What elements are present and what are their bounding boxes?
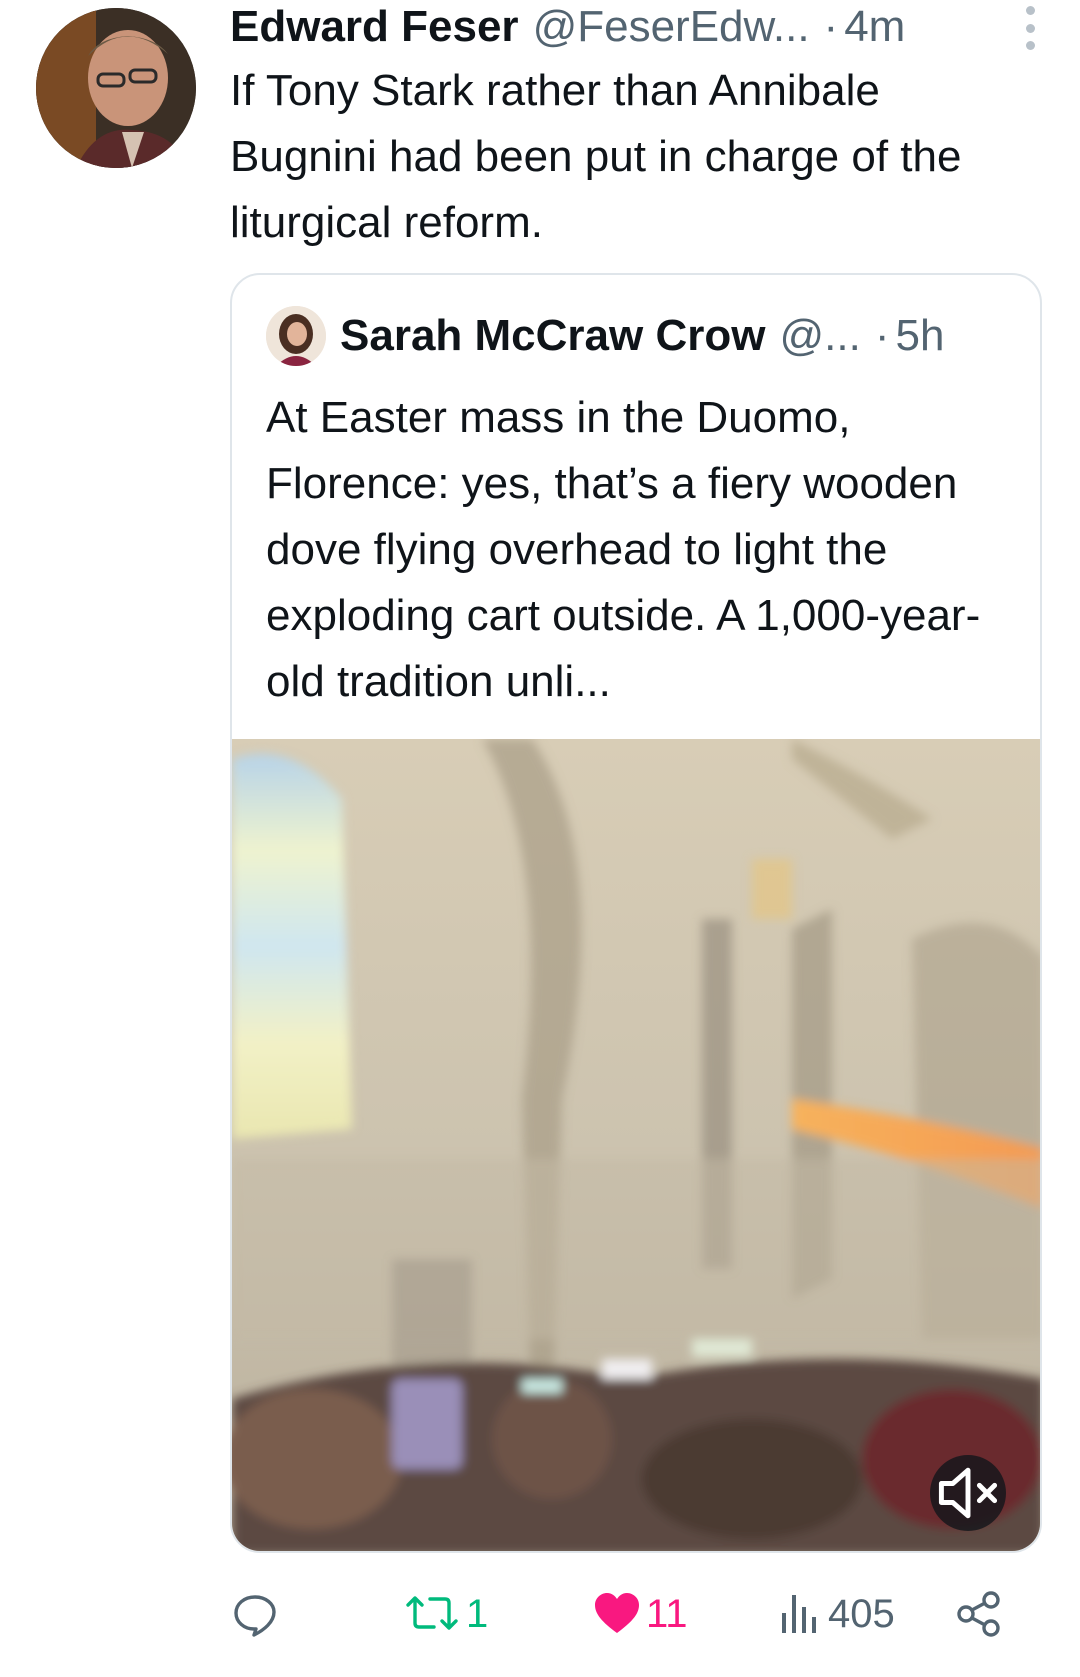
retweet-icon [406, 1596, 458, 1630]
author-avatar[interactable] [36, 8, 196, 168]
quoted-author-handle: @... [779, 311, 861, 360]
tweet-header: Edward Feser @FeserEdw... · 4m [230, 0, 1050, 54]
author-handle[interactable]: @FeserEdw... [533, 2, 810, 52]
retweet-count: 1 [466, 1591, 489, 1636]
tweet-text: If Tony Stark rather than Annibale Bugni… [230, 66, 962, 247]
mute-toggle-button[interactable] [930, 1455, 1006, 1531]
speaker-muted-icon [938, 1467, 998, 1519]
like-count: 11 [646, 1591, 688, 1636]
video-frame [232, 739, 1040, 1551]
heart-filled-icon [595, 1593, 639, 1633]
author-avatar-image [36, 8, 196, 168]
reply-icon [234, 1595, 276, 1637]
quoted-tweet-timestamp: 5h [895, 311, 945, 360]
views-count: 405 [828, 1591, 895, 1636]
quoted-tweet-text: At Easter mass in the Duomo, Florence: y… [266, 393, 981, 706]
like-button[interactable]: 11 [592, 1570, 688, 1658]
quoted-tweet-card[interactable]: Sarah McCraw Crow @... · 5h At Easter ma… [230, 273, 1042, 1553]
more-options-icon[interactable] [1020, 6, 1040, 50]
views-button[interactable]: 405 [778, 1570, 895, 1658]
retweet-button[interactable]: 1 [402, 1570, 488, 1658]
author-name[interactable]: Edward Feser [230, 2, 519, 52]
share-icon [957, 1591, 1000, 1637]
video-player[interactable] [232, 739, 1040, 1551]
share-button[interactable] [954, 1570, 1004, 1658]
tweet-timestamp[interactable]: 4m [844, 2, 905, 52]
quoted-author-name: Sarah McCraw Crow [340, 311, 766, 360]
tweet-action-bar: 1 11 405 [230, 1570, 1042, 1658]
quoted-author-avatar [266, 306, 326, 366]
reply-button[interactable] [230, 1570, 284, 1658]
quoted-tweet-header: Sarah McCraw Crow @... · 5h [266, 303, 1010, 369]
views-icon [782, 1595, 816, 1633]
separator-dot: · [823, 2, 839, 51]
separator-dot: · [874, 311, 890, 360]
